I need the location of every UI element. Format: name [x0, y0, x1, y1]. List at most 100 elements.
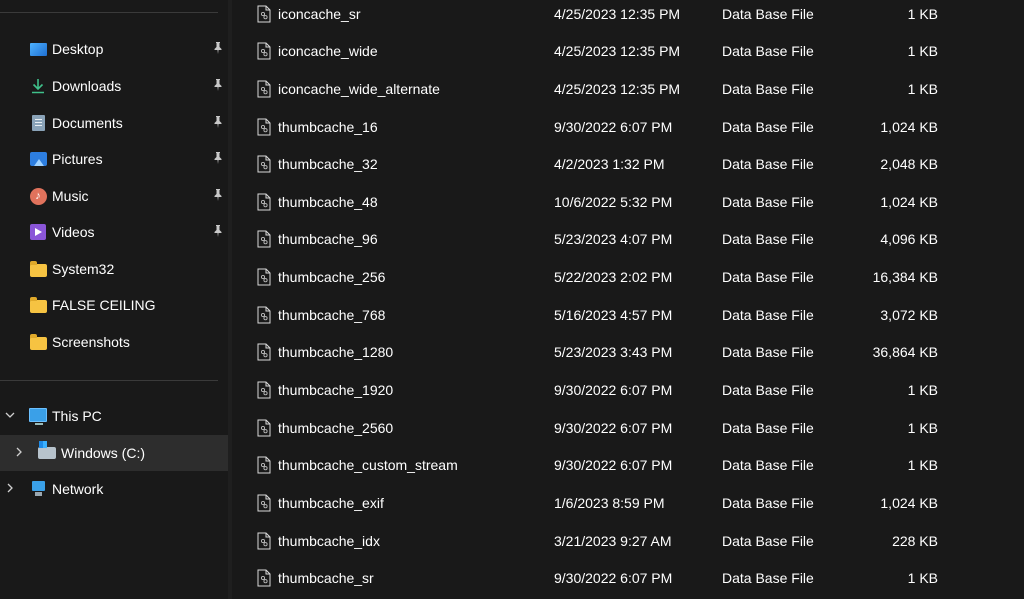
- file-row[interactable]: thumbcache_sr 9/30/2022 6:07 PM Data Base …: [232, 560, 1024, 597]
- database-file-icon: [257, 419, 271, 437]
- file-name: thumbcache_16: [278, 119, 378, 135]
- nav-item-label: Pictures: [52, 151, 103, 167]
- nav-item-pictures[interactable]: Pictures: [0, 141, 228, 177]
- file-row[interactable]: thumbcache_exif 1/6/2023 8:59 PM Data Base…: [232, 485, 1024, 522]
- file-row[interactable]: thumbcache_768 5/16/2023 4:57 PM Data Base…: [232, 297, 1024, 334]
- nav-item-system32[interactable]: System32: [0, 251, 228, 287]
- file-name: thumbcache_exif: [278, 495, 384, 511]
- file-row[interactable]: thumbcache_256 5/22/2023 2:02 PM Data Base…: [232, 259, 1024, 296]
- nav-item-music[interactable]: ♪ Music: [0, 178, 228, 214]
- database-file-icon: [257, 268, 271, 286]
- file-row[interactable]: thumbcache_32 4/2/2023 1:32 PM Data Base F…: [232, 146, 1024, 183]
- pin-icon: [214, 79, 222, 91]
- database-file-icon: [257, 532, 271, 550]
- nav-item-label: Windows (C:): [61, 445, 146, 461]
- file-name: thumbcache_32: [278, 156, 378, 172]
- nav-item-label: This PC: [52, 408, 102, 424]
- download-arrow-icon: [29, 77, 47, 95]
- file-row[interactable]: iconcache_sr 4/25/2023 12:35 PM Data Base …: [232, 0, 1024, 33]
- file-date-modified: 5/23/2023 3:43 PM: [554, 344, 673, 360]
- file-size: 1 KB: [907, 81, 938, 97]
- file-row[interactable]: thumbcache_idx 3/21/2023 9:27 AM Data Base…: [232, 523, 1024, 560]
- file-date-modified: 5/16/2023 4:57 PM: [554, 307, 673, 323]
- file-size: 1 KB: [907, 43, 938, 59]
- file-date-modified: 9/30/2022 6:07 PM: [554, 382, 673, 398]
- nav-item-windows-c[interactable]: Windows (C:): [0, 435, 228, 471]
- file-row[interactable]: iconcache_wide 4/25/2023 12:35 PM Data Bas…: [232, 33, 1024, 70]
- file-date-modified: 5/23/2023 4:07 PM: [554, 231, 673, 247]
- file-row[interactable]: thumbcache_1920 9/30/2022 6:07 PM Data Bas…: [232, 372, 1024, 409]
- file-size: 16,384 KB: [872, 269, 938, 285]
- file-type: Data Base File: [722, 382, 814, 398]
- file-list: iconcache_sr 4/25/2023 12:35 PM Data Base …: [232, 0, 1024, 599]
- nav-item-screenshots[interactable]: Screenshots: [0, 324, 228, 360]
- file-date-modified: 5/22/2023 2:02 PM: [554, 269, 673, 285]
- database-file-icon: [257, 80, 271, 98]
- file-size: 3,072 KB: [880, 307, 938, 323]
- file-date-modified: 1/6/2023 8:59 PM: [554, 495, 665, 511]
- file-type: Data Base File: [722, 570, 814, 586]
- file-type: Data Base File: [722, 81, 814, 97]
- file-name: thumbcache_1920: [278, 382, 394, 398]
- file-name: iconcache_wide_alternate: [278, 81, 440, 97]
- file-type: Data Base File: [722, 307, 814, 323]
- nav-item-downloads[interactable]: Downloads: [0, 68, 228, 104]
- file-size: 1 KB: [907, 570, 938, 586]
- database-file-icon: [257, 230, 271, 248]
- file-date-modified: 3/21/2023 9:27 AM: [554, 533, 672, 549]
- file-type: Data Base File: [722, 269, 814, 285]
- file-row[interactable]: thumbcache_48 10/6/2022 5:32 PM Data Base …: [232, 184, 1024, 221]
- music-icon: ♪: [29, 187, 47, 205]
- file-row[interactable]: thumbcache_96 5/23/2023 4:07 PM Data Base …: [232, 221, 1024, 258]
- chevron-down-icon[interactable]: [4, 409, 16, 421]
- nav-item-this-pc[interactable]: This PC: [0, 398, 228, 434]
- file-date-modified: 4/25/2023 12:35 PM: [554, 6, 681, 22]
- file-date-modified: 9/30/2022 6:07 PM: [554, 457, 673, 473]
- database-file-icon: [257, 193, 271, 211]
- file-size: 4,096 KB: [880, 231, 938, 247]
- file-row[interactable]: thumbcache_1280 5/23/2023 3:43 PM Data Bas…: [232, 334, 1024, 371]
- file-size: 1 KB: [907, 420, 938, 436]
- file-size: 36,864 KB: [872, 344, 938, 360]
- file-name: thumbcache_2560: [278, 420, 394, 436]
- database-file-icon: [257, 118, 271, 136]
- file-date-modified: 4/25/2023 12:35 PM: [554, 43, 681, 59]
- nav-item-network[interactable]: Network: [0, 471, 228, 507]
- file-type: Data Base File: [722, 533, 814, 549]
- database-file-icon: [257, 343, 271, 361]
- file-name: thumbcache_custom_stream: [278, 457, 458, 473]
- desktop-icon: [29, 40, 47, 58]
- file-size: 228 KB: [892, 533, 938, 549]
- nav-item-desktop[interactable]: Desktop: [0, 31, 228, 67]
- file-type: Data Base File: [722, 344, 814, 360]
- nav-item-label: Videos: [52, 224, 95, 240]
- file-date-modified: 9/30/2022 6:07 PM: [554, 420, 673, 436]
- file-date-modified: 9/30/2022 6:07 PM: [554, 119, 673, 135]
- file-row[interactable]: thumbcache_custom_stream 9/30/2022 6:07 P…: [232, 447, 1024, 484]
- database-file-icon: [257, 494, 271, 512]
- chevron-right-icon[interactable]: [4, 482, 16, 494]
- nav-item-label: Screenshots: [52, 334, 130, 350]
- nav-item-label: Music: [52, 188, 89, 204]
- chevron-right-icon[interactable]: [13, 446, 25, 458]
- file-name: thumbcache_idx: [278, 533, 380, 549]
- file-row[interactable]: thumbcache_2560 9/30/2022 6:07 PM Data Bas…: [232, 410, 1024, 447]
- file-type: Data Base File: [722, 420, 814, 436]
- file-size: 1 KB: [907, 382, 938, 398]
- nav-item-label: System32: [52, 261, 115, 277]
- folder-icon: [29, 296, 47, 314]
- file-row[interactable]: thumbcache_16 9/30/2022 6:07 PM Data Base …: [232, 109, 1024, 146]
- nav-item-false-ceiling[interactable]: FALSE CEILING: [0, 287, 228, 323]
- pin-icon: [214, 116, 222, 128]
- file-date-modified: 9/30/2022 6:07 PM: [554, 570, 673, 586]
- nav-item-videos[interactable]: Videos: [0, 214, 228, 250]
- nav-divider-top: [0, 12, 218, 13]
- database-file-icon: [257, 381, 271, 399]
- folder-icon: [29, 333, 47, 351]
- file-date-modified: 10/6/2022 5:32 PM: [554, 194, 673, 210]
- file-row[interactable]: iconcache_wide_alternate 4/25/2023 12:35 …: [232, 71, 1024, 108]
- file-name: thumbcache_96: [278, 231, 378, 247]
- file-size: 1,024 KB: [880, 495, 938, 511]
- nav-item-documents[interactable]: Documents: [0, 105, 228, 141]
- file-type: Data Base File: [722, 43, 814, 59]
